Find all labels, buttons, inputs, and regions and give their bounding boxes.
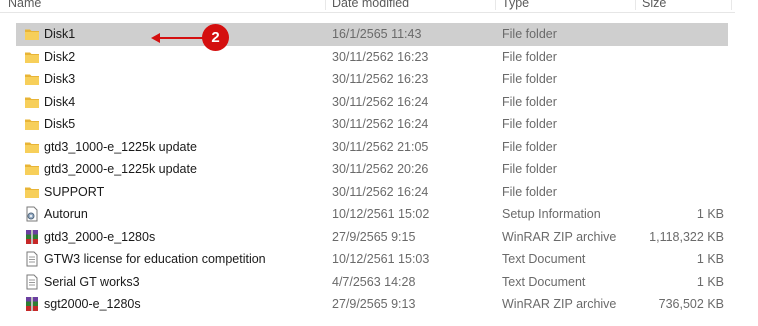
file-date-modified: 30/11/2562 16:24 (332, 184, 429, 199)
folder-icon (24, 26, 40, 42)
setup-info-icon (24, 206, 40, 222)
file-name: Disk1 (44, 27, 76, 41)
file-name: Serial GT works3 (44, 274, 140, 289)
file-type: WinRAR ZIP archive (502, 229, 617, 244)
file-date-modified: 30/11/2562 16:23 (332, 49, 429, 64)
annotation-callout: 2 (150, 24, 235, 52)
file-row[interactable]: Disk2 30/11/2562 16:23 File folder (16, 46, 728, 69)
file-type: File folder (502, 117, 557, 131)
file-date-modified: 4/7/2563 14:28 (332, 274, 416, 289)
file-name: Disk4 (44, 94, 76, 109)
file-name: gtd3_1000-e_1225k update (44, 139, 197, 154)
file-date-modified: 10/12/2561 15:02 (332, 207, 430, 221)
folder-icon (24, 49, 40, 65)
file-date-modified: 16/1/2565 11:43 (332, 27, 422, 41)
file-type: File folder (502, 49, 557, 64)
file-list: Disk1 16/1/2565 11:43 File folder Disk2 30/1… (16, 23, 728, 316)
file-row[interactable]: SUPPORT 30/11/2562 16:24 File folder (16, 181, 728, 204)
file-type: Setup Information (502, 207, 601, 221)
folder-icon (24, 71, 40, 87)
file-name: Autorun (44, 207, 88, 221)
file-size: 1 KB (696, 252, 724, 266)
text-document-icon (24, 274, 40, 290)
file-row[interactable]: Disk1 16/1/2565 11:43 File folder (16, 23, 728, 46)
file-date-modified: 30/11/2562 16:23 (332, 72, 429, 86)
text-document-icon (24, 251, 40, 267)
file-name: Disk2 (44, 49, 76, 64)
file-type: File folder (502, 72, 557, 86)
file-name: Disk5 (44, 117, 76, 131)
file-row[interactable]: Disk3 30/11/2562 16:23 File folder (16, 68, 728, 91)
file-size: 736,502 KB (658, 297, 724, 311)
file-row[interactable]: Autorun 10/12/2561 15:02 Setup Information… (16, 203, 728, 226)
file-row[interactable]: sgt2000-e_1280s 27/9/2565 9:13 WinRAR ZIP … (16, 293, 728, 316)
file-row[interactable]: Serial GT works3 4/7/2563 14:28 Text Docum… (16, 271, 728, 294)
folder-icon (24, 94, 40, 110)
column-header-size[interactable]: Size (636, 0, 732, 10)
file-row[interactable]: Disk4 30/11/2562 16:24 File folder (16, 91, 728, 114)
file-name: gtd3_2000-e_1225k update (44, 162, 197, 176)
file-type: File folder (502, 162, 557, 176)
winrar-icon (24, 229, 40, 245)
file-date-modified: 30/11/2562 16:24 (332, 94, 429, 109)
folder-icon (24, 139, 40, 155)
file-type: WinRAR ZIP archive (502, 297, 617, 311)
column-header-bar: Name Date modified Type Size (0, 0, 735, 13)
file-type: Text Document (502, 252, 586, 266)
file-size: 1 KB (696, 207, 724, 221)
file-date-modified: 27/9/2565 9:13 (332, 297, 416, 311)
file-row[interactable]: Disk5 30/11/2562 16:24 File folder (16, 113, 728, 136)
file-type: Text Document (502, 274, 586, 289)
step-number-badge: 2 (202, 24, 229, 51)
folder-icon (24, 161, 40, 177)
column-header-type[interactable]: Type (496, 0, 636, 10)
file-size: 1 KB (696, 274, 724, 289)
file-name: sgt2000-e_1280s (44, 297, 141, 311)
file-row[interactable]: GTW3 license for education competition 10… (16, 248, 728, 271)
file-type: File folder (502, 27, 557, 41)
file-type: File folder (502, 139, 557, 154)
file-row[interactable]: gtd3_2000-e_1280s 27/9/2565 9:15 WinRAR ZI… (16, 226, 728, 249)
file-date-modified: 27/9/2565 9:15 (332, 229, 416, 244)
file-date-modified: 30/11/2562 16:24 (332, 117, 429, 131)
column-header-date-modified[interactable]: Date modified (326, 0, 496, 10)
file-date-modified: 30/11/2562 21:05 (332, 139, 429, 154)
file-type: File folder (502, 94, 557, 109)
file-date-modified: 10/12/2561 15:03 (332, 252, 430, 266)
file-row[interactable]: gtd3_1000-e_1225k update 30/11/2562 21:05… (16, 136, 728, 159)
column-header-name[interactable]: Name (2, 0, 326, 10)
file-size: 1,118,322 KB (649, 229, 724, 244)
folder-icon (24, 184, 40, 200)
file-row[interactable]: gtd3_2000-e_1225k update 30/11/2562 20:26… (16, 158, 728, 181)
annotation-arrow-icon (151, 33, 204, 43)
file-date-modified: 30/11/2562 20:26 (332, 162, 429, 176)
file-name: Disk3 (44, 72, 76, 86)
file-type: File folder (502, 184, 557, 199)
winrar-icon (24, 296, 40, 312)
folder-icon (24, 116, 40, 132)
file-name: GTW3 license for education competition (44, 252, 266, 266)
file-name: SUPPORT (44, 184, 105, 199)
file-name: gtd3_2000-e_1280s (44, 229, 156, 244)
